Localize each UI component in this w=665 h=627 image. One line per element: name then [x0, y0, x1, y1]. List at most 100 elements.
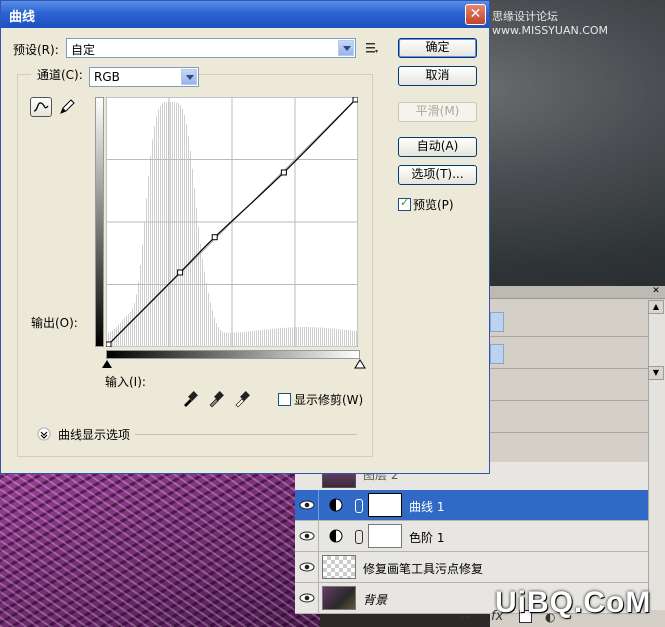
panel-option-row — [490, 306, 665, 337]
output-gradient-bar — [95, 97, 104, 347]
scroll-down-icon[interactable]: ▼ — [648, 366, 664, 380]
histogram-bar — [276, 328, 277, 347]
title-bar[interactable]: 曲线 ✕ — [1, 1, 489, 28]
histogram-bar — [348, 330, 349, 347]
layer-thumbnail — [322, 586, 356, 610]
auto-button[interactable]: 自动(A) — [398, 137, 477, 157]
histogram-bar — [352, 330, 353, 347]
histogram-bar — [274, 328, 275, 347]
histogram-bar — [176, 102, 177, 347]
eye-icon[interactable] — [299, 498, 315, 512]
histogram-bar — [216, 323, 217, 347]
chevron-down-icon[interactable] — [181, 69, 197, 85]
smooth-button[interactable]: 平滑(M) — [398, 102, 477, 122]
black-eyedropper-icon[interactable] — [181, 390, 199, 408]
curve-control-point[interactable] — [352, 97, 358, 103]
layer-row[interactable]: 色阶 1 — [295, 521, 648, 552]
eye-icon[interactable] — [299, 591, 315, 605]
histogram-bar — [194, 188, 195, 347]
eye-icon[interactable] — [299, 529, 315, 543]
layer-row[interactable]: 曲线 1 — [295, 490, 648, 521]
link-layers-icon[interactable]: ⊶ — [459, 610, 471, 624]
preview-checkbox[interactable] — [398, 196, 411, 211]
layer-name: 背景 — [363, 593, 388, 607]
histogram-bar — [174, 102, 175, 347]
options-button[interactable]: 选项(T)... — [398, 165, 477, 185]
histogram-bar — [250, 331, 251, 347]
panel-grip[interactable]: ✕ — [490, 286, 665, 299]
histogram-bar — [340, 329, 341, 347]
histogram-bar — [258, 330, 259, 347]
histogram-bar — [264, 329, 265, 347]
histogram-bar — [326, 327, 327, 347]
preset-options-icon[interactable] — [365, 41, 379, 55]
panel-arrow-icon[interactable] — [490, 312, 504, 332]
histogram-bar — [320, 327, 321, 347]
preset-select[interactable]: 自定 — [66, 38, 356, 58]
layers-scrollbar[interactable] — [648, 300, 665, 610]
histogram-bar — [336, 328, 337, 347]
close-button[interactable]: ✕ — [465, 4, 486, 25]
curve-control-point[interactable] — [211, 234, 218, 241]
histogram-bar — [240, 332, 241, 347]
histogram-bar — [306, 327, 307, 347]
histogram-bar — [256, 330, 257, 347]
white-point-slider-icon[interactable] — [354, 359, 366, 369]
panel-arrow-icon[interactable] — [490, 344, 504, 364]
layer-row[interactable]: 修复画笔工具污点修复 — [295, 552, 648, 583]
histogram-bar — [156, 116, 157, 347]
curves-graph[interactable] — [106, 97, 358, 347]
link-icon[interactable] — [355, 499, 363, 513]
histogram-bar — [268, 329, 269, 347]
histogram-bar — [140, 265, 141, 347]
eye-icon[interactable] — [299, 560, 315, 574]
histogram-bar — [350, 330, 351, 347]
histogram-bar — [152, 139, 153, 347]
histogram-bar — [134, 303, 135, 347]
histogram-bar — [286, 327, 287, 347]
expand-chevron-icon[interactable] — [37, 427, 51, 441]
link-icon[interactable] — [355, 530, 363, 544]
histogram-bar — [148, 176, 149, 347]
histogram-bar — [344, 329, 345, 347]
histogram-bar — [128, 314, 129, 347]
histogram-bar — [338, 329, 339, 347]
layer-mask-thumbnail[interactable] — [368, 524, 402, 548]
histogram-bar — [300, 327, 301, 347]
show-clipping-checkbox[interactable] — [278, 393, 291, 406]
curve-tool-button[interactable] — [30, 97, 52, 117]
white-eyedropper-icon[interactable] — [233, 390, 251, 408]
layer-mask-thumbnail[interactable] — [368, 493, 402, 517]
histogram-bar — [124, 318, 125, 347]
histogram-bar — [192, 168, 193, 347]
histogram-bar — [158, 110, 159, 347]
black-point-slider-icon[interactable] — [101, 359, 113, 369]
chevron-down-icon[interactable] — [338, 40, 354, 56]
pencil-icon[interactable] — [57, 97, 77, 117]
histogram-bar — [136, 294, 137, 347]
preset-value: 自定 — [71, 43, 96, 57]
histogram-bar — [180, 105, 181, 347]
window-title: 曲线 — [9, 10, 36, 25]
site-watermark-text: 思缘设计论坛 www.MISSYUAN.COM — [492, 10, 609, 37]
histogram-bar — [132, 308, 133, 347]
histogram-bar — [122, 320, 123, 347]
histogram-bar — [342, 329, 343, 347]
histogram-bar — [354, 330, 355, 347]
ok-button[interactable]: 确定 — [398, 38, 477, 58]
histogram-bar — [314, 327, 315, 347]
curve-control-point[interactable] — [106, 341, 112, 347]
histogram-bar — [270, 329, 271, 347]
panel-close-icon[interactable]: ✕ — [651, 286, 661, 296]
layer-name: 色阶 1 — [409, 531, 445, 545]
curve-control-point[interactable] — [280, 169, 287, 176]
curve-control-point[interactable] — [177, 269, 184, 276]
histogram-bar — [198, 226, 199, 347]
gray-eyedropper-icon[interactable] — [207, 390, 225, 408]
histogram-bar — [218, 327, 219, 347]
scroll-up-icon[interactable]: ▲ — [648, 300, 664, 314]
channel-select[interactable]: RGB — [89, 67, 199, 87]
histogram-bar — [278, 328, 279, 347]
cancel-button[interactable]: 取消 — [398, 66, 477, 86]
histogram-bar — [288, 327, 289, 347]
